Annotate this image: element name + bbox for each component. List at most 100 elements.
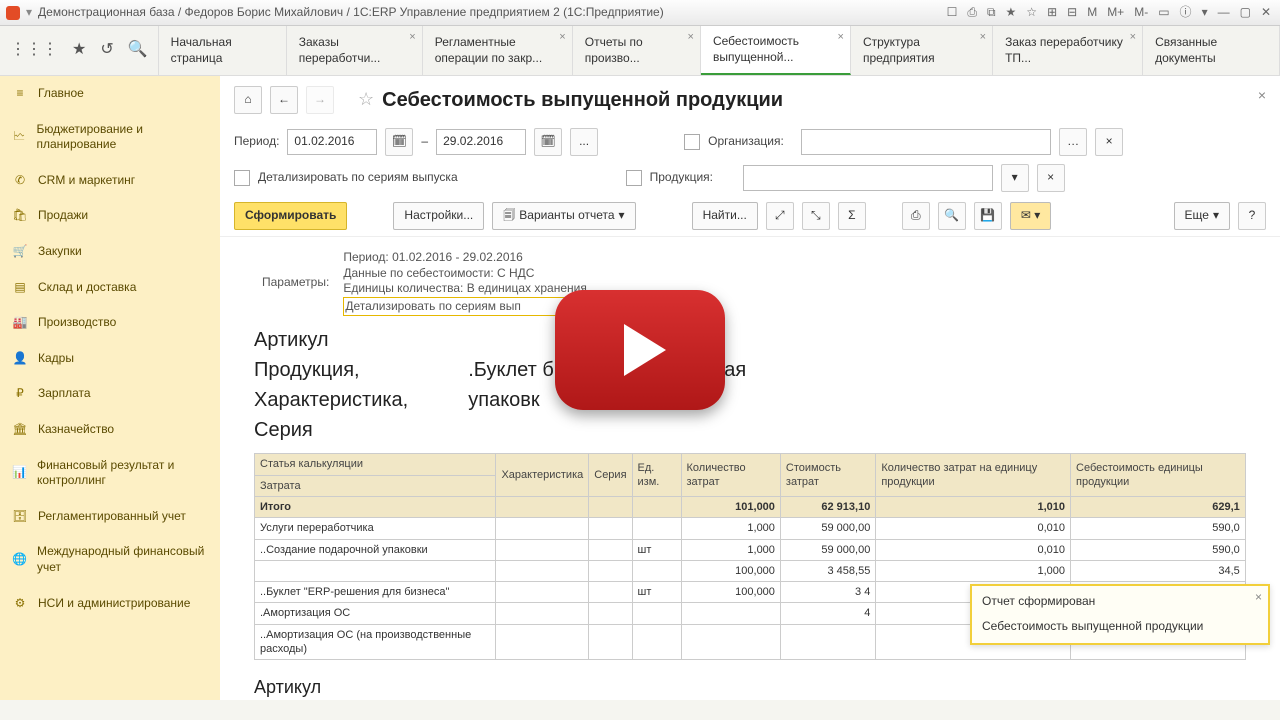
sidebar-item[interactable]: ₽Зарплата xyxy=(0,376,220,412)
sys-icon[interactable]: ⊟ xyxy=(1064,3,1080,23)
sidebar-item[interactable]: 🗄Регламентированный учет xyxy=(0,499,220,535)
preview-icon[interactable]: 🔍 xyxy=(938,202,966,230)
tab-reports[interactable]: Отчеты по произво...× xyxy=(573,26,701,75)
variants-button[interactable]: 🗐Варианты отчета▾ xyxy=(492,202,635,230)
date-from-input[interactable]: 01.02.2016 xyxy=(287,129,377,155)
mail-button[interactable]: ✉ ▾ xyxy=(1010,202,1051,230)
save-icon[interactable]: 💾 xyxy=(974,202,1002,230)
sidebar-icon: 🏛 xyxy=(12,422,28,438)
date-to-input[interactable]: 29.02.2016 xyxy=(436,129,526,155)
sys-icon[interactable]: ⧉ xyxy=(984,3,999,23)
dropdown-icon[interactable]: ▾ xyxy=(26,5,32,21)
home-button[interactable]: ⌂ xyxy=(234,86,262,114)
close-icon[interactable]: × xyxy=(1130,30,1136,44)
sidebar-item[interactable]: 📊Финансовый результат и контроллинг xyxy=(0,448,220,499)
tab-linked[interactable]: Связанные документы xyxy=(1143,26,1280,75)
sys-mminus[interactable]: M- xyxy=(1131,3,1151,23)
more-button[interactable]: Еще▾ xyxy=(1174,202,1230,230)
play-button[interactable] xyxy=(555,290,725,410)
tab-home[interactable]: Начальная страница xyxy=(159,26,287,75)
forward-button[interactable]: → xyxy=(306,86,334,114)
sys-icon[interactable]: ⎙ xyxy=(964,3,980,23)
close-icon[interactable]: × xyxy=(559,30,565,44)
sidebar-label: Производство xyxy=(38,315,116,331)
tab-cost[interactable]: Себестоимость выпущенной...× xyxy=(701,26,851,75)
calendar-icon[interactable]: 🗓 xyxy=(385,128,413,156)
sidebar-icon: 🛍 xyxy=(12,208,28,224)
prod-checkbox[interactable] xyxy=(626,170,642,186)
sidebar-icon: 👤 xyxy=(12,351,28,367)
sys-icon[interactable]: ☐ xyxy=(944,3,961,23)
table-row[interactable]: Услуги переработчика1,00059 000,000,0105… xyxy=(255,518,1246,539)
detail-checkbox[interactable] xyxy=(234,170,250,186)
collapse-icon[interactable]: ⤡ xyxy=(802,202,830,230)
table-row[interactable]: 100,0003 458,551,00034,5 xyxy=(255,560,1246,581)
sys-dd[interactable]: ▾ xyxy=(1199,3,1211,23)
search-icon[interactable]: 🔍 xyxy=(128,40,148,61)
sys-icon[interactable]: ⊞ xyxy=(1044,3,1060,23)
star-outline-icon[interactable]: ☆ xyxy=(358,88,374,111)
table-row[interactable]: Итого101,00062 913,101,010629,1 xyxy=(255,496,1246,517)
expand-icon[interactable]: ⤢ xyxy=(766,202,794,230)
period-chooser-button[interactable]: ... xyxy=(570,128,598,156)
org-checkbox[interactable] xyxy=(684,134,700,150)
tab-reglament[interactable]: Регламентные операции по закр...× xyxy=(423,26,573,75)
prod-clear[interactable]: × xyxy=(1037,164,1065,192)
sys-mplus[interactable]: M+ xyxy=(1104,3,1127,23)
prod-dd[interactable]: ▾ xyxy=(1001,164,1029,192)
settings-button[interactable]: Настройки... xyxy=(393,202,484,230)
panel-close-icon[interactable]: × xyxy=(1258,86,1266,104)
sidebar-item[interactable]: ▤Склад и доставка xyxy=(0,270,220,306)
sidebar-item[interactable]: 👤Кадры xyxy=(0,341,220,377)
sidebar-item[interactable]: ✆CRM и маркетинг xyxy=(0,163,220,199)
sidebar-icon: 🌐 xyxy=(12,552,27,568)
org-clear[interactable]: × xyxy=(1095,128,1123,156)
star-icon[interactable]: ★ xyxy=(72,40,86,61)
apps-icon[interactable]: ⋮⋮⋮ xyxy=(10,40,58,61)
table-row[interactable]: ..Создание подарочной упаковкишт1,00059 … xyxy=(255,539,1246,560)
sys-icon[interactable]: ☆ xyxy=(1023,3,1040,23)
minimize-icon[interactable]: — xyxy=(1215,3,1233,23)
sidebar-item[interactable]: ≡Главное xyxy=(0,76,220,112)
tab-structure[interactable]: Структура предприятия× xyxy=(851,26,993,75)
sidebar-item[interactable]: 🌐Международный финансовый учет xyxy=(0,534,220,585)
app-logo-icon xyxy=(6,6,20,20)
maximize-icon[interactable]: ▢ xyxy=(1237,3,1254,23)
tabstrip: ⋮⋮⋮ ★ ↺ 🔍 Начальная страница Заказы пере… xyxy=(0,26,1280,76)
sys-icon[interactable]: ▭ xyxy=(1155,3,1172,23)
calendar-icon[interactable]: 🗓 xyxy=(534,128,562,156)
org-input[interactable] xyxy=(801,129,1051,155)
close-icon[interactable]: × xyxy=(688,30,694,44)
print-icon[interactable]: ⎙ xyxy=(902,202,930,230)
back-button[interactable]: ← xyxy=(270,86,298,114)
close-icon[interactable]: × xyxy=(838,30,844,44)
sidebar-item[interactable]: 🛍Продажи xyxy=(0,198,220,234)
form-button[interactable]: Сформировать xyxy=(234,202,347,230)
sidebar-label: Регламентированный учет xyxy=(38,509,186,525)
window-title: Демонстрационная база / Федоров Борис Ми… xyxy=(38,5,938,21)
sys-info[interactable]: ⓘ xyxy=(1177,3,1195,23)
find-button[interactable]: Найти... xyxy=(692,202,758,230)
prod-label: Продукция: xyxy=(650,170,735,186)
close-icon[interactable]: ✕ xyxy=(1258,3,1274,23)
close-icon[interactable]: × xyxy=(1255,590,1262,606)
sidebar-icon: 🗠 xyxy=(12,129,26,145)
sum-icon[interactable]: Σ xyxy=(838,202,866,230)
sidebar-item[interactable]: 🛒Закупки xyxy=(0,234,220,270)
sidebar-item[interactable]: 🏛Казначейство xyxy=(0,412,220,448)
tab-zakaz[interactable]: Заказ переработчику ТП...× xyxy=(993,26,1143,75)
sidebar-item[interactable]: 🏭Производство xyxy=(0,305,220,341)
close-icon[interactable]: × xyxy=(980,30,986,44)
params-label: Параметры: xyxy=(256,249,335,317)
sidebar-item[interactable]: 🗠Бюджетирование и планирование xyxy=(0,112,220,163)
sys-m[interactable]: M xyxy=(1084,3,1100,23)
close-icon[interactable]: × xyxy=(409,30,415,44)
history-icon[interactable]: ↺ xyxy=(100,40,113,61)
sidebar-item[interactable]: ⚙НСИ и администрирование xyxy=(0,586,220,622)
org-picker[interactable]: … xyxy=(1059,128,1087,156)
sys-icon[interactable]: ★ xyxy=(1003,3,1020,23)
help-button[interactable]: ? xyxy=(1238,202,1266,230)
window-buttons: ☐ ⎙ ⧉ ★ ☆ ⊞ ⊟ M M+ M- ▭ ⓘ ▾ — ▢ ✕ xyxy=(944,3,1274,23)
prod-input[interactable] xyxy=(743,165,993,191)
tab-orders[interactable]: Заказы переработчи...× xyxy=(287,26,423,75)
